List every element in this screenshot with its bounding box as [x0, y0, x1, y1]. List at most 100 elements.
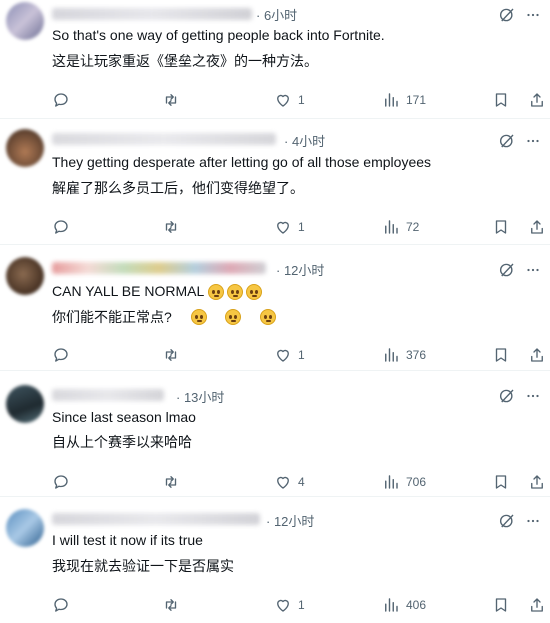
- bookmark-button[interactable]: [492, 345, 510, 365]
- reply-button[interactable]: [52, 472, 70, 492]
- repost-icon: [165, 221, 177, 233]
- views-button[interactable]: 406: [382, 595, 426, 615]
- grok-icon[interactable]: [498, 6, 516, 24]
- bookmark-button[interactable]: [492, 217, 510, 237]
- repost-icon: [165, 349, 177, 361]
- author-name-blurred[interactable]: [52, 8, 252, 20]
- reply-text: I will test it now if its true: [52, 532, 203, 548]
- author-name-blurred[interactable]: [52, 513, 260, 525]
- avatar[interactable]: [6, 257, 44, 295]
- share-icon: [531, 93, 543, 107]
- emoji-group: [207, 284, 262, 301]
- reply-text-content: CAN YALL BE NORMAL: [52, 283, 204, 299]
- timestamp[interactable]: · 6小时: [256, 5, 297, 24]
- bookmark-button[interactable]: [492, 90, 510, 110]
- views-button[interactable]: 706: [382, 472, 426, 492]
- bookmark-button[interactable]: [492, 595, 510, 615]
- views-icon: [385, 348, 398, 362]
- view-count: 171: [406, 93, 427, 107]
- timestamp[interactable]: · 12小时: [276, 260, 324, 279]
- reply-translation-content: 你们能不能正常点?: [52, 309, 172, 325]
- action-bar: 1 406: [0, 595, 550, 615]
- reply-item[interactable]: · 6小时 So that's one way of getting peopl…: [0, 0, 550, 119]
- action-bar: 1 72: [0, 217, 550, 237]
- reply-button[interactable]: [52, 217, 70, 237]
- reply-translation: 我现在就去验证一下是否属实: [52, 558, 234, 574]
- pleading-face-emoji: [190, 309, 207, 325]
- views-button[interactable]: 171: [382, 90, 426, 110]
- share-icon: [531, 220, 543, 234]
- author-name-blurred[interactable]: [52, 133, 276, 145]
- like-button[interactable]: 1: [274, 90, 305, 110]
- repost-icon: [165, 476, 177, 488]
- heart-icon: [277, 94, 289, 107]
- pleading-face-emoji: [207, 284, 224, 301]
- share-icon: [531, 348, 543, 362]
- reply-item[interactable]: · 12小时 I will test it now if its true 我现…: [0, 497, 550, 623]
- repost-button[interactable]: [162, 90, 180, 110]
- timestamp[interactable]: · 13小时: [176, 387, 224, 406]
- more-icon[interactable]: [524, 387, 542, 405]
- like-button[interactable]: 1: [274, 217, 305, 237]
- views-button[interactable]: 72: [382, 217, 419, 237]
- pleading-face-emoji: [225, 309, 242, 325]
- like-button[interactable]: 1: [274, 345, 305, 365]
- action-bar: 1 376: [0, 345, 550, 365]
- like-button[interactable]: 4: [274, 472, 305, 492]
- view-count: 376: [406, 348, 427, 362]
- share-button[interactable]: [528, 595, 546, 615]
- reply-translation: 你们能不能正常点?: [52, 308, 277, 326]
- repost-button[interactable]: [162, 345, 180, 365]
- like-button[interactable]: 1: [274, 595, 305, 615]
- share-button[interactable]: [528, 472, 546, 492]
- avatar[interactable]: [6, 509, 44, 547]
- reply-button[interactable]: [52, 345, 70, 365]
- more-icon[interactable]: [524, 6, 542, 24]
- pleading-face-emoji: [226, 284, 243, 301]
- reply-text: CAN YALL BE NORMAL: [52, 282, 262, 301]
- avatar[interactable]: [6, 385, 44, 423]
- timestamp[interactable]: · 12小时: [266, 511, 314, 530]
- grok-icon[interactable]: [498, 132, 516, 150]
- author-name-blurred[interactable]: [52, 262, 266, 274]
- reply-text: So that's one way of getting people back…: [52, 27, 385, 43]
- avatar[interactable]: [6, 129, 44, 167]
- repost-button[interactable]: [162, 472, 180, 492]
- share-button[interactable]: [528, 345, 546, 365]
- view-count: 406: [406, 598, 427, 612]
- like-count: 1: [298, 93, 305, 107]
- bookmark-button[interactable]: [492, 472, 510, 492]
- action-bar: 1 171: [0, 90, 550, 110]
- views-button[interactable]: 376: [382, 345, 426, 365]
- reply-item[interactable]: · 4小时 They getting desperate after letti…: [0, 119, 550, 245]
- timestamp[interactable]: · 4小时: [284, 131, 325, 150]
- views-icon: [385, 93, 398, 107]
- more-icon[interactable]: [524, 261, 542, 279]
- reply-button[interactable]: [52, 90, 70, 110]
- repost-button[interactable]: [162, 217, 180, 237]
- views-icon: [385, 598, 398, 612]
- like-count: 1: [298, 220, 305, 234]
- reply-text: Since last season lmao: [52, 409, 196, 425]
- share-button[interactable]: [528, 90, 546, 110]
- author-name-blurred[interactable]: [52, 389, 164, 401]
- reply-item[interactable]: · 13小时 Since last season lmao 自从上个赛季以来哈哈…: [0, 371, 550, 497]
- pleading-face-emoji: [260, 309, 277, 325]
- grok-icon[interactable]: [498, 512, 516, 530]
- avatar[interactable]: [6, 2, 44, 40]
- reply-item[interactable]: · 12小时 CAN YALL BE NORMAL 你们能不能正常点? 1 37…: [0, 245, 550, 371]
- grok-icon[interactable]: [498, 261, 516, 279]
- share-icon: [531, 475, 543, 489]
- reply-button[interactable]: [52, 595, 70, 615]
- heart-icon: [277, 476, 289, 489]
- bookmark-icon: [495, 475, 507, 489]
- repost-button[interactable]: [162, 595, 180, 615]
- reply-feed: · 6小时 So that's one way of getting peopl…: [0, 0, 550, 620]
- share-button[interactable]: [528, 217, 546, 237]
- reply-icon: [54, 348, 68, 362]
- grok-icon[interactable]: [498, 387, 516, 405]
- bookmark-icon: [495, 598, 507, 612]
- more-icon[interactable]: [524, 132, 542, 150]
- more-icon[interactable]: [524, 512, 542, 530]
- reply-icon: [54, 598, 68, 612]
